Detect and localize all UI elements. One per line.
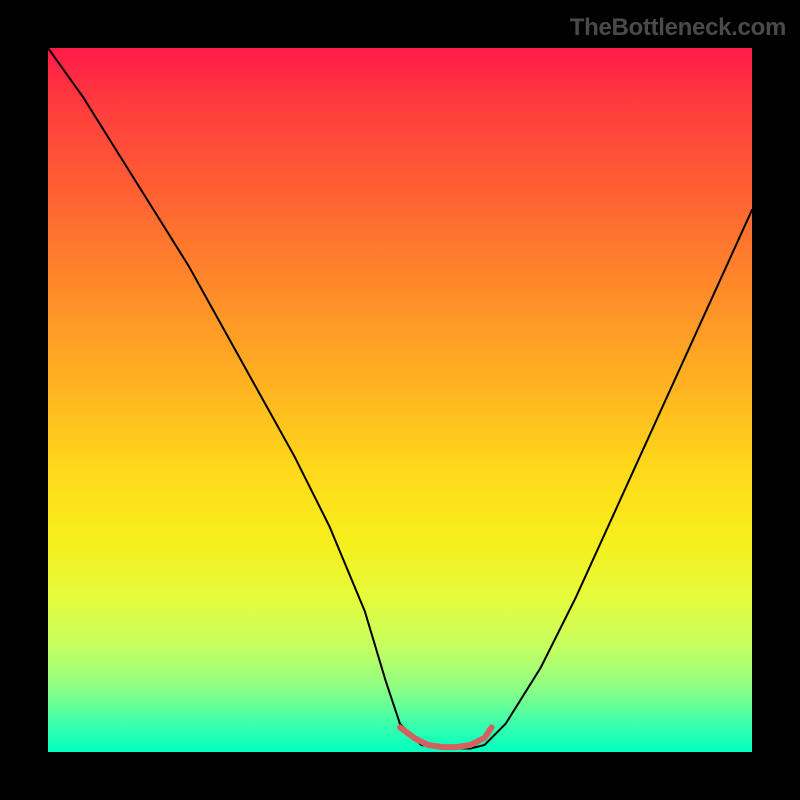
optimal-band [400, 727, 492, 747]
watermark-text: TheBottleneck.com [570, 14, 786, 42]
bottleneck-curve [48, 48, 752, 749]
plot-area [48, 48, 752, 752]
chart-svg [48, 48, 752, 752]
chart-frame: TheBottleneck.com [0, 0, 800, 800]
